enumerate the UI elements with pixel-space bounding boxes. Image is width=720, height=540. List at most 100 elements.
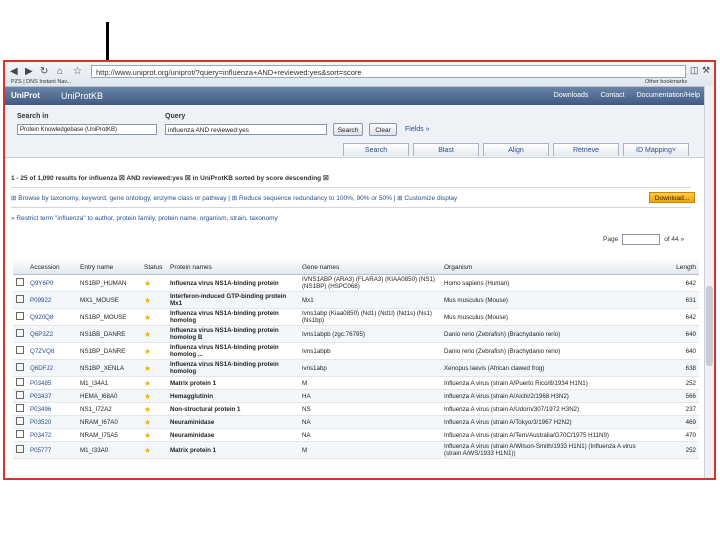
checkbox[interactable] [16,430,24,438]
checkbox[interactable] [16,278,24,286]
tab-align[interactable]: Align [483,143,549,156]
contact-link[interactable]: Contact [600,92,624,99]
accession-link[interactable]: P03496 [27,402,77,416]
accession-link[interactable]: P05777 [27,441,77,459]
organism: Influenza A virus (strain A/Tokyo/3/1967… [441,415,651,429]
checkbox[interactable] [16,378,24,386]
protein-name: Neuraminidase [167,415,299,429]
home-icon[interactable]: ⌂ [57,66,63,77]
fields-link[interactable]: Fields » [405,126,430,133]
uniprot-logo[interactable]: UniProt [11,91,40,100]
table-row[interactable]: P03496 NS1_I72A2 ★ Non-structural protein 1… [13,402,699,416]
entry-name: NS1BP_HUMAN [77,274,141,292]
checkbox[interactable] [16,391,24,399]
row-checkbox[interactable] [13,441,27,459]
help-link[interactable]: Documentation/Help [637,92,700,99]
accession-link[interactable]: Q920Q8 [27,308,77,326]
results-table: Accession Entry name Status Protein name… [13,260,699,459]
tab-id-mapping[interactable]: ID Mapping˅ [623,143,689,156]
table-row[interactable]: Q6DFJ2 NS1BP_XENLA ★ Influenza virus NS1A-b… [13,359,699,377]
organism: Influenza A virus (strain A/Wilson-Smith… [441,441,651,459]
table-row[interactable]: P05777 M1_I33A0 ★ Matrix protein 1 M Influenz… [13,441,699,459]
length: 237 [651,402,699,416]
col-entry-name[interactable]: Entry name [77,260,141,275]
row-checkbox[interactable] [13,359,27,377]
length: 631 [651,291,699,309]
col-length[interactable]: Length [651,260,699,275]
row-checkbox[interactable] [13,291,27,309]
forward-icon[interactable]: ▶ [25,66,33,77]
query-input[interactable]: influenza AND reviewed:yes [165,124,327,135]
row-checkbox[interactable] [13,325,27,343]
checkbox[interactable] [16,445,24,453]
table-row[interactable]: Q9Y6P0 NS1BP_HUMAN ★ Influenza virus NS1A-b… [13,274,699,292]
scroll-thumb[interactable] [706,286,713,366]
tab-search[interactable]: Search [343,143,409,156]
database-select[interactable]: Protein Knowledgebase (UniProtKB) [17,124,157,135]
row-checkbox[interactable] [13,308,27,326]
table-row[interactable]: P09922 MX1_MOUSE ★ Interferon-induced GTP-b… [13,291,699,309]
result-tools[interactable]: ⊞ Browse by taxonomy, keyword, gene onto… [11,194,457,202]
restrict-term-link[interactable]: » Restrict term "influenza" to author, p… [11,215,278,222]
checkbox[interactable] [16,363,24,371]
other-bookmarks[interactable]: Other bookmarks [645,79,687,85]
row-checkbox[interactable] [13,376,27,390]
col-organism[interactable]: Organism [441,260,651,275]
table-row[interactable]: P03472 NRAM_I75A5 ★ Neuraminidase NA Influenz… [13,428,699,442]
accession-link[interactable]: P03520 [27,415,77,429]
clear-button[interactable]: Clear [369,123,397,136]
back-icon[interactable]: ◀ [10,66,18,77]
length: 252 [651,441,699,459]
length: 642 [651,308,699,326]
tab-retrieve[interactable]: Retrieve [553,143,619,156]
entry-name: NRAM_I75A5 [77,428,141,442]
accession-link[interactable]: P03437 [27,389,77,403]
table-row[interactable]: P03520 NRAM_I67A0 ★ Neuraminidase NA Influenz… [13,415,699,429]
tab-blast[interactable]: Blast [413,143,479,156]
col-accession[interactable]: Accession [27,260,77,275]
row-checkbox[interactable] [13,342,27,360]
checkbox[interactable] [16,329,24,337]
table-row[interactable]: Q7ZVQ8 NS1BP_DANRE ★ Influenza virus NS1A-b… [13,342,699,360]
wrench-icon[interactable]: ⚒ [702,65,710,76]
col-gene-names[interactable]: Gene names [299,260,441,275]
page-of[interactable]: of 44 » [664,236,684,243]
table-row[interactable]: Q920Q8 NS1BP_MOUSE ★ Influenza virus NS1A-b… [13,308,699,326]
accession-link[interactable]: Q9Y6P0 [27,274,77,292]
reviewed-star-icon: ★ [141,274,167,292]
table-row[interactable]: Q6P3Z2 NS1BB_DANRE ★ Influenza virus NS1A-b… [13,325,699,343]
bookmark-item[interactable]: PZS | DNS Instant Nav... [11,79,71,85]
row-checkbox[interactable] [13,389,27,403]
accession-link[interactable]: P03472 [27,428,77,442]
row-checkbox[interactable] [13,402,27,416]
row-checkbox[interactable] [13,428,27,442]
gene-names: M [299,441,441,459]
reload-icon[interactable]: ↻ [40,66,48,77]
address-bar[interactable]: http://www.uniprot.org/uniprot/?query=in… [91,65,686,78]
accession-link[interactable]: Q7ZVQ8 [27,342,77,360]
page-menu-icon[interactable]: ◫ [690,65,699,76]
accession-link[interactable]: P03485 [27,376,77,390]
protein-name: Neuraminidase [167,428,299,442]
row-checkbox[interactable] [13,274,27,292]
col-status[interactable]: Status [141,260,167,275]
reviewed-star-icon: ★ [141,325,167,343]
checkbox[interactable] [16,312,24,320]
bookmark-star-icon[interactable]: ☆ [73,66,82,77]
table-row[interactable]: P03437 HEMA_I68A0 ★ Hemagglutinin HA Influenz… [13,389,699,403]
checkbox[interactable] [16,417,24,425]
accession-link[interactable]: P09922 [27,291,77,309]
checkbox[interactable] [16,295,24,303]
accession-link[interactable]: Q6P3Z2 [27,325,77,343]
checkbox[interactable] [16,346,24,354]
vertical-scrollbar[interactable] [704,86,714,478]
checkbox[interactable] [16,404,24,412]
download-button[interactable]: Download... [649,192,695,203]
accession-link[interactable]: Q6DFJ2 [27,359,77,377]
search-button[interactable]: Search [333,123,363,136]
row-checkbox[interactable] [13,415,27,429]
table-row[interactable]: P03485 M1_I34A1 ★ Matrix protein 1 M Influenz… [13,376,699,390]
page-input[interactable] [622,234,661,245]
col-protein-names[interactable]: Protein names [167,260,299,275]
downloads-link[interactable]: Downloads [554,92,589,99]
